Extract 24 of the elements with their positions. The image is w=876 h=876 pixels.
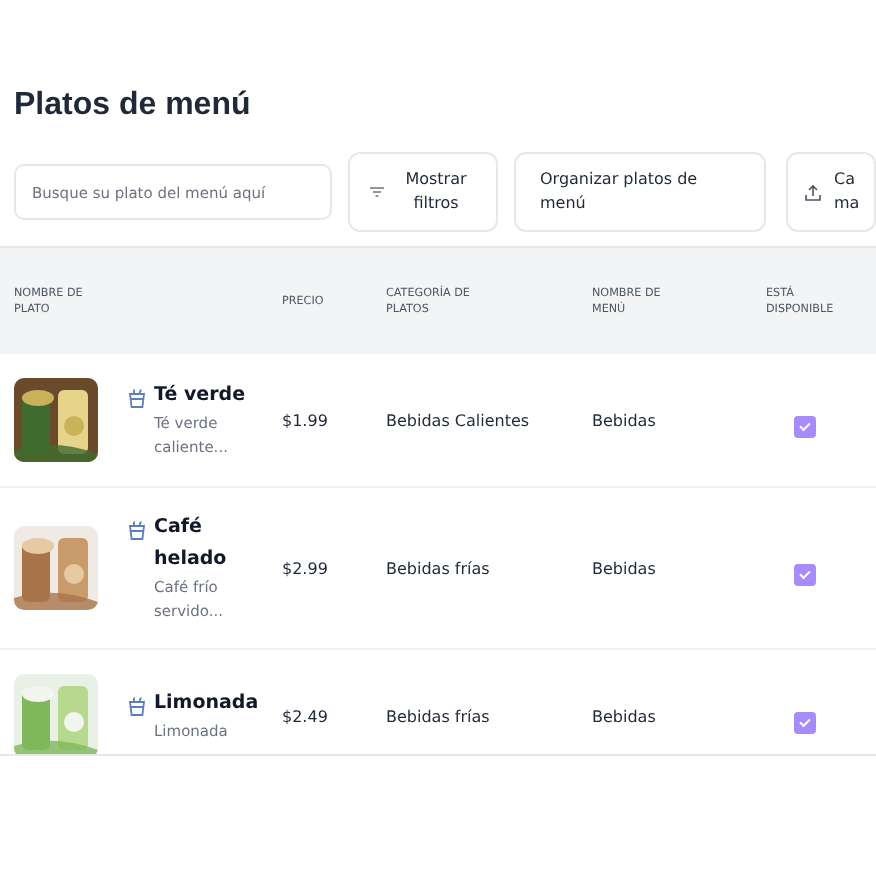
show-filters-button[interactable]: Mostrar filtros: [348, 152, 498, 232]
upload-button[interactable]: Ca ma: [786, 152, 876, 232]
drink-icon: [128, 696, 146, 716]
dish-name: Té verde: [154, 382, 248, 410]
menu-name: Bebidas: [592, 411, 658, 429]
organize-dishes-button[interactable]: Organizar platos de menú: [514, 152, 766, 232]
category: Bebidas frías: [386, 707, 492, 725]
price: $1.99: [282, 411, 330, 429]
available-checkbox[interactable]: [794, 563, 816, 585]
drink-icon: [128, 388, 146, 408]
drink-icon: [128, 520, 146, 540]
price: $2.49: [282, 707, 330, 725]
menu-name: Bebidas: [592, 707, 658, 725]
dish-name: Café helado: [154, 514, 229, 574]
dish-name: Limonada: [154, 690, 254, 718]
price: $2.99: [282, 559, 330, 577]
upload-icon: [804, 183, 822, 201]
category: Bebidas Calientes: [386, 411, 532, 429]
available-checkbox[interactable]: [794, 415, 816, 437]
category: Bebidas frías: [386, 559, 492, 577]
menu-name: Bebidas: [592, 559, 658, 577]
filter-icon: [370, 186, 384, 198]
page-title: Platos de menú: [14, 88, 253, 124]
available-checkbox[interactable]: [794, 711, 816, 733]
